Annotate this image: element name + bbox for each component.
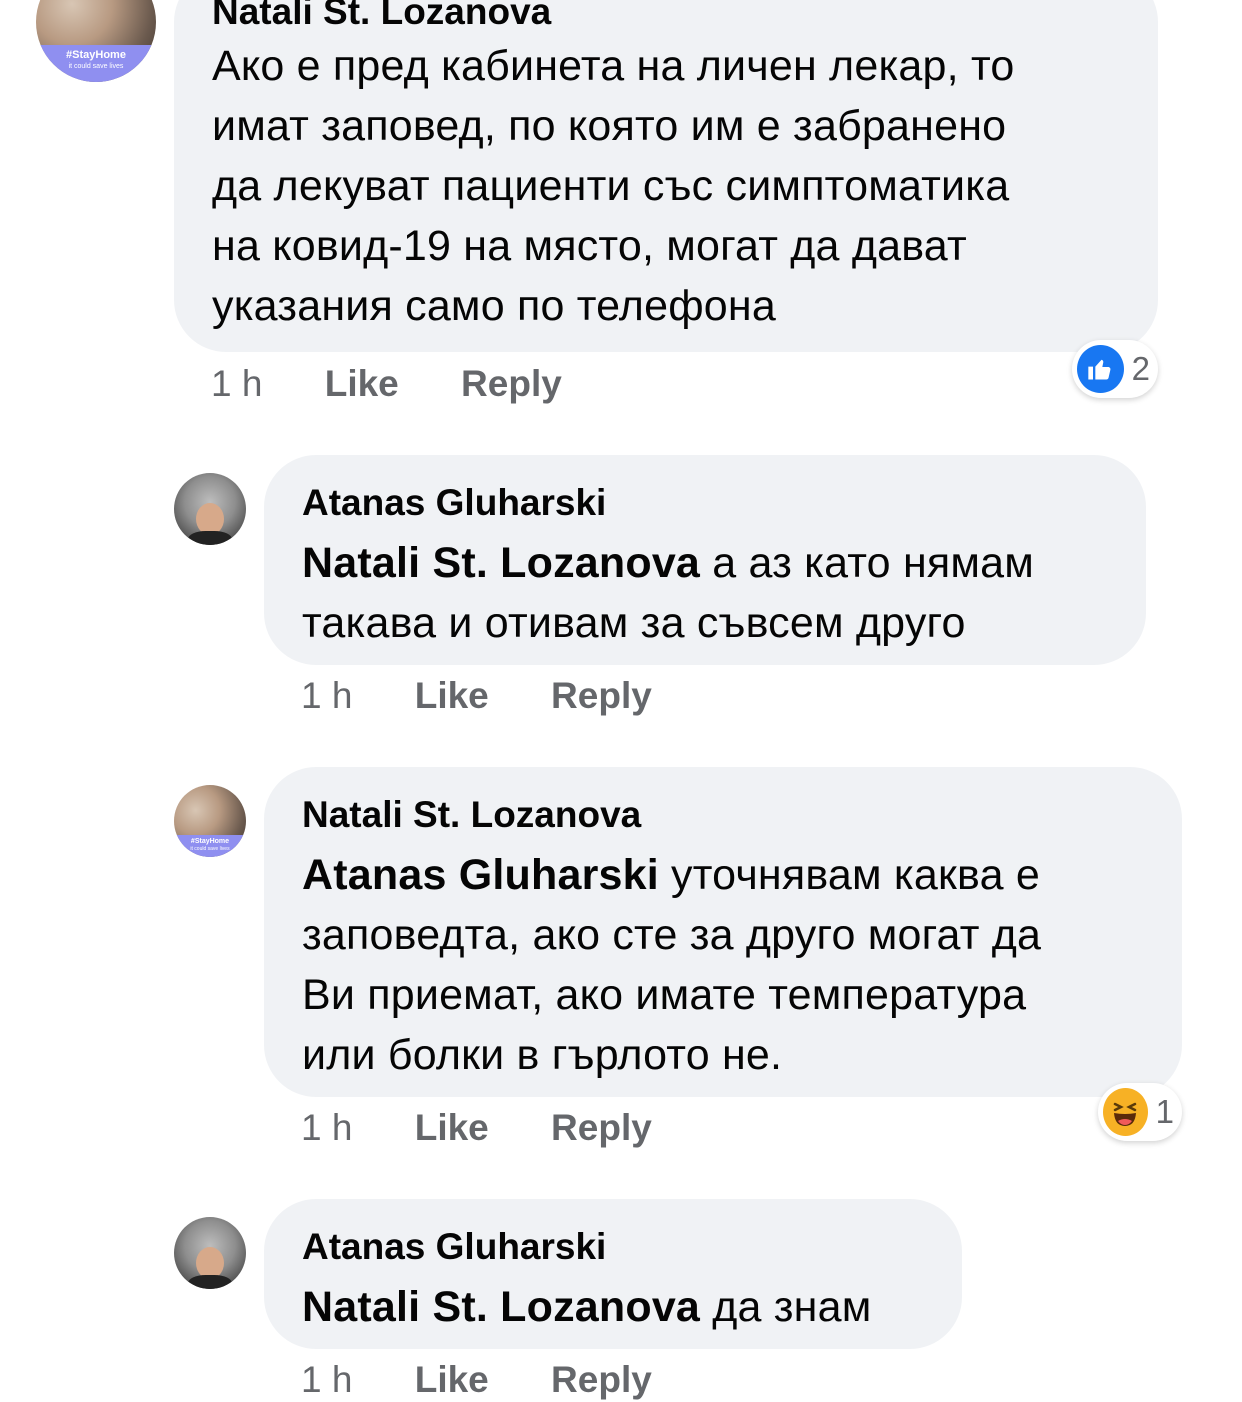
- avatar[interactable]: #StayHome it could save lives: [174, 785, 246, 857]
- comment-bubble: Natali St. Lozanova Atanas Gluharski уто…: [264, 767, 1182, 1097]
- mention-link[interactable]: Natali St. Lozanova: [302, 1283, 700, 1331]
- comment-time[interactable]: 1 h: [211, 362, 262, 406]
- comment-author[interactable]: Natali St. Lozanova: [212, 0, 1158, 34]
- comment-actions: 1 h Like Reply: [301, 674, 652, 718]
- like-button[interactable]: Like: [415, 674, 489, 718]
- comment-text: Atanas Gluharski уточнявам каква е запов…: [302, 851, 1042, 1079]
- comment-actions: 1 h Like Reply: [211, 362, 562, 406]
- reply-button[interactable]: Reply: [551, 1106, 652, 1150]
- reaction-count: 1: [1155, 1093, 1174, 1130]
- mention-link[interactable]: Natali St. Lozanova: [302, 539, 700, 587]
- comment-bubble: Natali St. Lozanova Ако е пред кабинета …: [174, 0, 1158, 352]
- comment-author[interactable]: Atanas Gluharski: [302, 481, 1146, 525]
- comment-author[interactable]: Atanas Gluharski: [302, 1225, 962, 1269]
- avatar[interactable]: #StayHome it could save lives: [36, 0, 156, 82]
- reaction-summary[interactable]: 2: [1072, 340, 1158, 398]
- avatar[interactable]: [174, 1217, 246, 1289]
- comment-time[interactable]: 1 h: [301, 1106, 352, 1150]
- haha-icon: [1103, 1088, 1148, 1136]
- like-button[interactable]: Like: [415, 1106, 489, 1150]
- stayhome-badge: #StayHome it could save lives: [36, 45, 156, 82]
- stayhome-badge: #StayHome it could save lives: [174, 835, 246, 857]
- reaction-count: 2: [1131, 350, 1150, 387]
- comment-text: Natali St. Lozanova да знам: [302, 1283, 872, 1331]
- comment-text: Natali St. Lozanova а аз като нямам така…: [302, 539, 1035, 647]
- comment-actions: 1 h Like Reply: [301, 1106, 652, 1150]
- reply-button[interactable]: Reply: [551, 1358, 652, 1402]
- reply-button[interactable]: Reply: [551, 674, 652, 718]
- avatar-shirt: [188, 531, 232, 545]
- avatar-shirt: [188, 1275, 232, 1289]
- comment-time[interactable]: 1 h: [301, 1358, 352, 1402]
- avatar[interactable]: [174, 473, 246, 545]
- comment-bubble: Atanas Gluharski Natali St. Lozanova а а…: [264, 455, 1146, 665]
- comment-author[interactable]: Natali St. Lozanova: [302, 793, 1182, 837]
- comment-time[interactable]: 1 h: [301, 674, 352, 718]
- mention-link[interactable]: Atanas Gluharski: [302, 851, 659, 899]
- like-button[interactable]: Like: [415, 1358, 489, 1402]
- comment-text: Ако е пред кабинета на личен лекар, то и…: [212, 42, 1015, 330]
- reaction-summary[interactable]: 1: [1098, 1083, 1182, 1141]
- like-button[interactable]: Like: [325, 362, 399, 406]
- reply-button[interactable]: Reply: [461, 362, 562, 406]
- like-icon: [1077, 345, 1124, 393]
- comment-bubble: Atanas Gluharski Natali St. Lozanova да …: [264, 1199, 962, 1349]
- comment-actions: 1 h Like Reply: [301, 1358, 652, 1402]
